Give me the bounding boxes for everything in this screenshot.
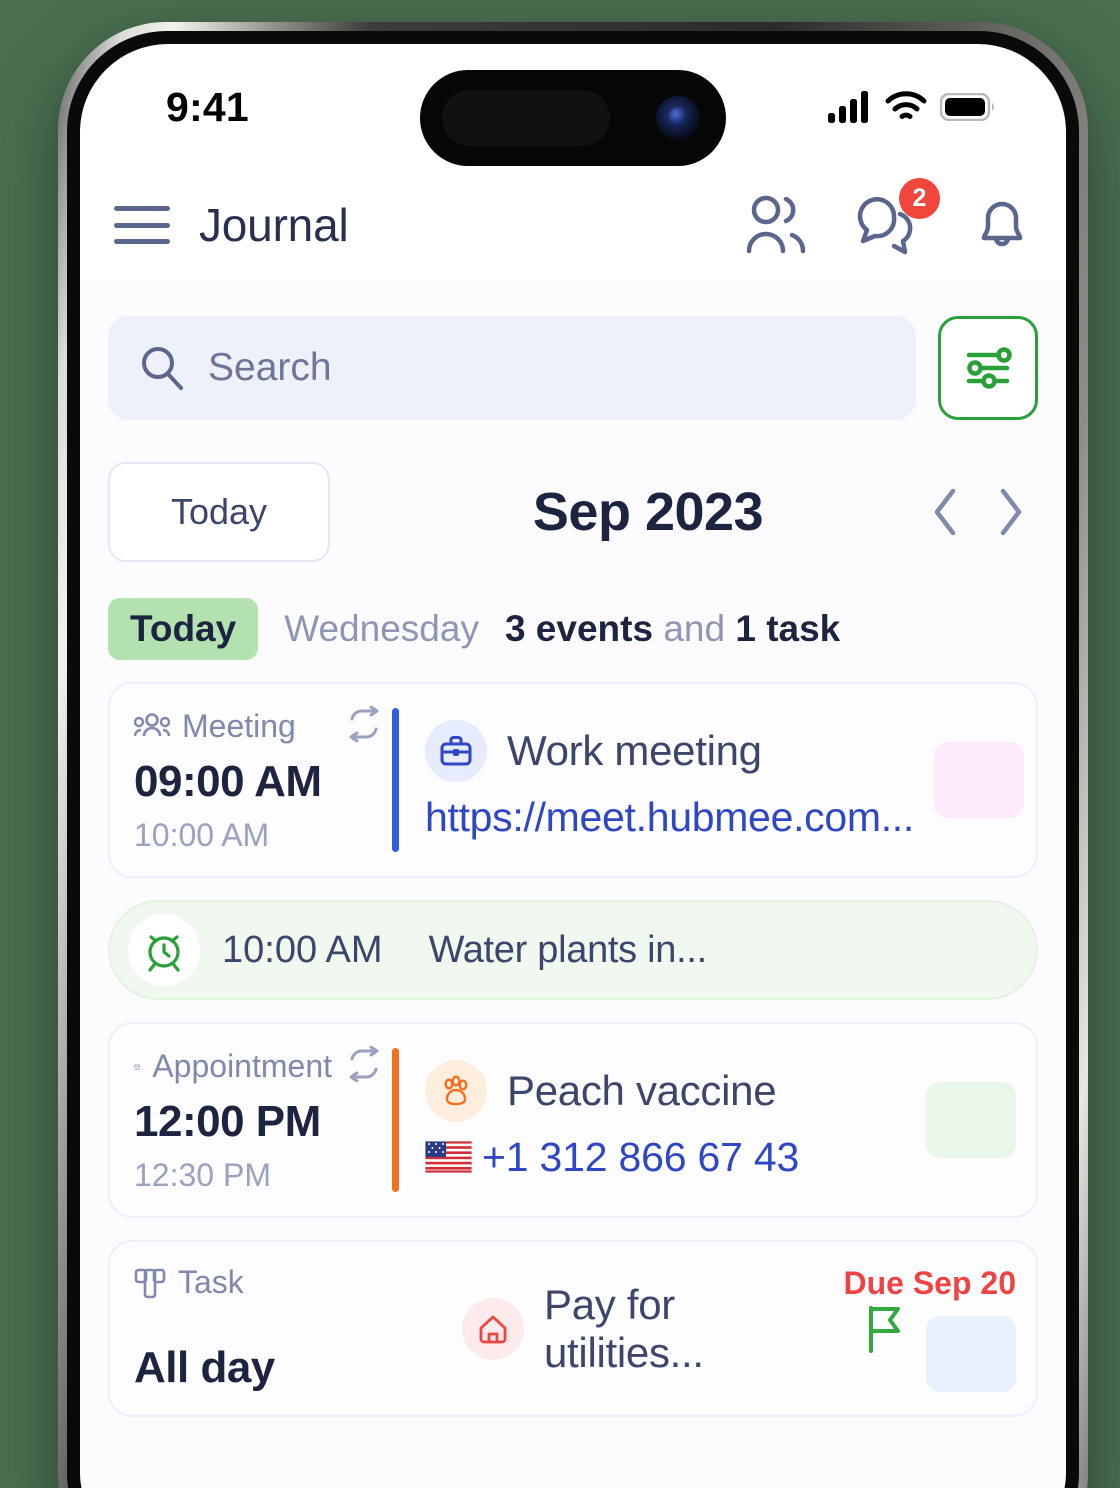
search-row: Search — [108, 280, 1038, 420]
event-color-swatch — [926, 1082, 1016, 1158]
briefcase-icon — [425, 719, 487, 782]
card-swatch-column — [906, 1046, 1016, 1194]
us-flag-icon — [425, 1141, 472, 1173]
status-icons — [828, 91, 996, 123]
search-icon — [142, 347, 183, 390]
event-title: Peach vaccine — [507, 1066, 777, 1114]
green-flag-icon — [864, 1305, 906, 1353]
event-title: Work meeting — [507, 726, 762, 774]
filter-button[interactable] — [938, 316, 1038, 420]
weekday-label: Wednesday — [284, 608, 479, 649]
card-detail-column: Pay for utilities... — [392, 1264, 906, 1393]
card-type-label: Appointment — [152, 1048, 332, 1084]
dynamic-island-pill — [442, 90, 610, 146]
today-badge: Today — [108, 598, 259, 660]
alarm-clock-icon — [128, 914, 200, 986]
wifi-icon — [885, 91, 927, 119]
conjunction-label: and — [663, 608, 726, 649]
agenda-card-meeting[interactable]: Meeting 09:00 AM 10:00 AM Work meeting h… — [108, 682, 1038, 878]
card-type-label: Task — [178, 1264, 244, 1300]
card-swatch-column — [914, 706, 1024, 854]
phone-screen: 9:41 Journal 2 Search Today Sep 2023 Tod… — [80, 44, 1066, 1488]
day-summary: Today Wednesday 3 events and 1 task — [108, 562, 1038, 660]
card-detail-column: Peach vaccine +1 312 866 67 43 — [399, 1046, 906, 1194]
people-group-icon — [134, 712, 170, 736]
event-end-time: 12:30 PM — [134, 1157, 271, 1193]
agenda-reminder-row[interactable]: 10:00 AM Water plants in... — [108, 900, 1038, 1000]
today-button[interactable]: Today — [108, 462, 330, 562]
dynamic-island — [420, 70, 726, 166]
event-accent-bar — [392, 1048, 399, 1192]
card-title-row: Peach vaccine — [425, 1059, 906, 1122]
tasks-count: 1 task — [735, 608, 841, 649]
task-color-swatch — [926, 1316, 1016, 1392]
date-navigation: Today Sep 2023 — [108, 420, 1038, 562]
next-month-button[interactable] — [994, 486, 1026, 538]
task-due-label: Due Sep 20 — [843, 1265, 1016, 1301]
card-time-column: Appointment 12:00 PM 12:30 PM — [134, 1045, 392, 1194]
card-type-row: Meeting — [134, 705, 392, 747]
event-accent-bar — [392, 708, 399, 852]
contacts-people-button[interactable] — [742, 194, 812, 256]
task-time-label: All day — [134, 1343, 275, 1392]
app-header: Journal 2 — [80, 170, 1066, 280]
chat-button[interactable]: 2 — [856, 178, 940, 256]
task-board-icon — [134, 1268, 166, 1298]
home-house-icon — [462, 1297, 524, 1360]
events-count: 3 events — [504, 608, 654, 649]
app-content: Search Today Sep 2023 Today Wednesday 3 … — [80, 280, 1066, 1488]
header-actions: 2 — [742, 178, 1034, 257]
card-time-column: Task All day — [134, 1264, 392, 1393]
card-type-row: Task — [134, 1264, 392, 1301]
cellular-signal-icon — [828, 91, 868, 123]
chat-badge-count: 2 — [899, 178, 940, 219]
agenda-card-appointment[interactable]: Appointment 12:00 PM 12:30 PM Peach vacc… — [108, 1022, 1038, 1218]
phone-bezel: 9:41 Journal 2 Search Today Sep 2023 Tod… — [67, 31, 1079, 1488]
card-title-row: Pay for utilities... — [462, 1281, 906, 1377]
card-subtitle-row: +1 312 866 67 43 — [425, 1134, 906, 1181]
status-time: 9:41 — [166, 83, 249, 130]
previous-month-button[interactable] — [930, 486, 962, 538]
repeat-arrows-icon — [344, 705, 392, 747]
card-type-row: Appointment — [134, 1045, 392, 1087]
current-month-label: Sep 2023 — [532, 482, 764, 542]
meeting-link[interactable]: https://meet.hubmee.com... — [425, 794, 914, 841]
task-title: Pay for utilities... — [544, 1280, 704, 1376]
chevron-left-icon — [934, 488, 956, 536]
counts-summary: 3 events and 1 task — [505, 608, 840, 650]
card-time-column: Meeting 09:00 AM 10:00 AM — [134, 705, 392, 854]
calendar-check-icon — [134, 1063, 141, 1070]
reminder-time: 10:00 AM — [222, 928, 383, 971]
notification-bell-icon — [981, 201, 1023, 247]
card-type-label: Meeting — [182, 708, 296, 744]
repeat-arrows-icon — [344, 1045, 392, 1087]
search-placeholder: Search — [208, 346, 332, 389]
card-swatch-column: Due Sep 20 — [843, 1264, 1016, 1393]
event-start-time: 12:00 PM — [134, 1097, 321, 1146]
card-title-row: Work meeting — [425, 719, 914, 782]
event-start-time: 09:00 AM — [134, 757, 322, 806]
card-subtitle-row: https://meet.hubmee.com... — [425, 794, 914, 841]
search-input[interactable]: Search — [108, 316, 916, 420]
event-color-swatch — [934, 742, 1024, 818]
card-detail-column: Work meeting https://meet.hubmee.com... — [399, 706, 914, 854]
front-camera-icon — [656, 96, 700, 140]
contacts-people-icon — [746, 195, 806, 254]
contact-phone-number[interactable]: +1 312 866 67 43 — [482, 1134, 799, 1181]
month-arrows — [930, 486, 1038, 538]
filter-sliders-icon — [966, 347, 1012, 389]
notifications-button[interactable] — [970, 193, 1034, 257]
hamburger-menu-icon[interactable] — [114, 206, 170, 244]
paw-print-icon — [425, 1059, 487, 1122]
reminder-text: Water plants in... — [428, 928, 708, 971]
event-end-time: 10:00 AM — [134, 817, 270, 853]
chevron-right-icon — [1000, 488, 1022, 536]
phone-device-frame: 9:41 Journal 2 Search Today Sep 2023 Tod… — [58, 22, 1088, 1488]
battery-icon — [940, 93, 994, 121]
page-title: Journal — [199, 199, 349, 251]
agenda-card-task[interactable]: Task All day Pay for utilities... Due Se… — [108, 1240, 1038, 1417]
